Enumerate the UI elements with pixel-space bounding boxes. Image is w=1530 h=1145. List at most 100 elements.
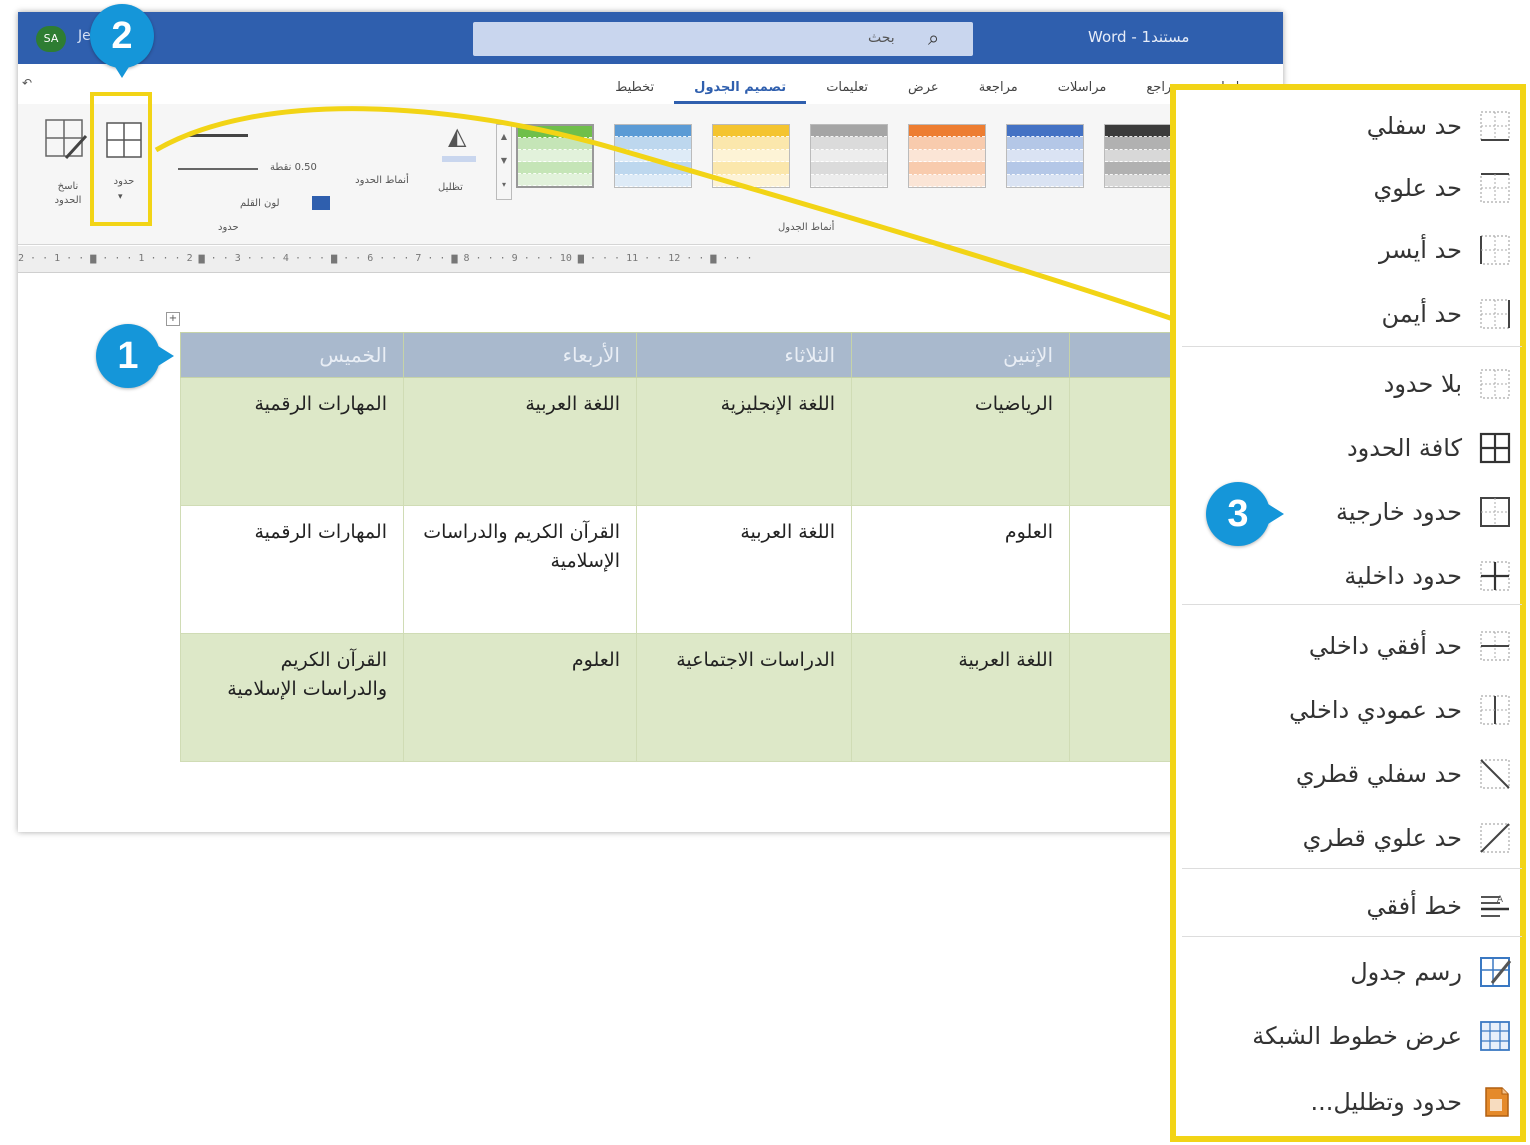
table-style-swatch[interactable]: [614, 124, 692, 188]
table-cell[interactable]: اللغة العربية: [403, 377, 637, 506]
top-border-icon: [1478, 171, 1512, 205]
menu-item-view-gridlines[interactable]: عرض خطوط الشبكة: [1192, 1006, 1512, 1066]
menu-item-label: حد أيسر: [1378, 236, 1462, 264]
menu-item-top-border[interactable]: حد علوي: [1192, 158, 1512, 218]
menu-item-label: حد سفلي: [1366, 112, 1462, 140]
app-title: Word - مستند1: [1088, 28, 1190, 46]
schedule-table: الأحدالإثنينالثلاثاءالأربعاءالخميس العلو…: [180, 332, 1283, 762]
outside-borders-icon: [1478, 495, 1512, 529]
menu-item-label: حد أفقي داخلي: [1308, 632, 1462, 660]
menu-item-label: حدود وتظليل...: [1310, 1088, 1462, 1116]
table-cell[interactable]: الرياضيات: [851, 377, 1070, 506]
ribbon-tab[interactable]: تخطيط: [595, 76, 674, 104]
borders-group-label: حدود: [218, 222, 239, 233]
all-borders-icon: [1478, 431, 1512, 465]
inside-horizontal-border-icon: [1478, 629, 1512, 663]
table-cell[interactable]: المهارات الرقمية: [180, 505, 404, 634]
menu-separator: [1182, 868, 1522, 869]
table-cell[interactable]: القرآن الكريم والدراسات الإسلامية: [403, 505, 637, 634]
border-styles-label[interactable]: أنماط الحدود: [354, 174, 410, 188]
table-style-swatch[interactable]: [908, 124, 986, 188]
shading-color-bar: [442, 156, 476, 162]
no-border-icon: [1478, 367, 1512, 401]
table-header-cell[interactable]: الثلاثاء: [636, 332, 852, 378]
table-cell[interactable]: الدراسات الاجتماعية: [636, 633, 852, 762]
table-move-handle[interactable]: +: [166, 312, 180, 326]
menu-separator: [1182, 346, 1522, 347]
menu-item-label: حد أيمن: [1381, 300, 1462, 328]
pen-color-label[interactable]: لون القلم: [240, 198, 280, 209]
table-cell[interactable]: اللغة العربية: [636, 505, 852, 634]
view-gridlines-icon: [1478, 1019, 1512, 1053]
pen-color-icon[interactable]: [312, 196, 330, 210]
menu-item-right-border[interactable]: حد أيمن: [1192, 284, 1512, 344]
menu-item-label: خط أفقي: [1366, 892, 1462, 920]
menu-item-diagonal-down-border[interactable]: حد سفلي قطري: [1192, 744, 1512, 804]
menu-item-inside-horizontal-border[interactable]: حد أفقي داخلي: [1192, 616, 1512, 676]
undo-icon[interactable]: ↶: [22, 76, 34, 90]
table-style-swatch[interactable]: [810, 124, 888, 188]
shading-icon[interactable]: ◭: [448, 122, 466, 150]
menu-item-diagonal-up-border[interactable]: حد علوي قطري: [1192, 808, 1512, 868]
menu-item-left-border[interactable]: حد أيسر: [1192, 220, 1512, 280]
border-painter-icon[interactable]: [44, 118, 88, 162]
search-box[interactable]: ⌕ بحث: [473, 22, 973, 56]
table-cell[interactable]: اللغة العربية: [851, 633, 1070, 762]
ribbon-tab[interactable]: تصميم الجدول: [674, 76, 807, 104]
ribbon-tab[interactable]: تعليمات: [806, 76, 888, 104]
menu-item-label: حد علوي: [1373, 174, 1462, 202]
menu-item-bottom-border[interactable]: حد سفلي: [1192, 96, 1512, 156]
badge-2-pointer: [112, 62, 132, 78]
menu-item-label: حد علوي قطري: [1302, 824, 1462, 852]
table-cell[interactable]: اللغة الإنجليزية: [636, 377, 852, 506]
table-style-swatch[interactable]: [712, 124, 790, 188]
menu-item-horizontal-line[interactable]: A خط أفقي: [1192, 876, 1512, 936]
menu-item-all-borders[interactable]: كافة الحدود: [1192, 418, 1512, 478]
table-cell[interactable]: القرآن الكريم والدراسات الإسلامية: [180, 633, 404, 762]
inside-vertical-border-icon: [1478, 693, 1512, 727]
border-painter-label[interactable]: ناسخ الحدود: [44, 180, 92, 208]
table-row: العلومالرياضياتاللغة الإنجليزيةاللغة الع…: [180, 377, 1283, 506]
menu-item-draw-table[interactable]: رسم جدول: [1192, 942, 1512, 1002]
borders-button-highlight: [90, 92, 152, 226]
ribbon-tab[interactable]: عرض: [888, 76, 959, 104]
menu-item-inside-vertical-border[interactable]: حد عمودي داخلي: [1192, 680, 1512, 740]
inside-borders-icon: [1478, 559, 1512, 593]
table-style-swatch[interactable]: [516, 124, 594, 188]
ruler: 2 · · 1 · · ▆ · · · 1 · · · 2 ▆ · · 3 · …: [18, 246, 1283, 273]
step-badge-1: 1: [96, 324, 160, 388]
menu-item-borders-shading[interactable]: حدود وتظليل...: [1192, 1072, 1512, 1132]
search-placeholder: بحث: [868, 30, 895, 46]
user-avatar[interactable]: SA: [36, 26, 66, 52]
svg-text:A: A: [1497, 895, 1504, 905]
table-row: الرياضياتالعلوماللغة العربيةالقرآن الكري…: [180, 505, 1283, 634]
pen-weight[interactable]: 0.50 نقطة: [270, 162, 317, 173]
shading-label[interactable]: تظليل: [438, 182, 463, 193]
table-cell[interactable]: المهارات الرقمية: [180, 377, 404, 506]
table-header-row: الأحدالإثنينالثلاثاءالأربعاءالخميس: [180, 332, 1283, 378]
ribbon-tab[interactable]: مراسلات: [1038, 76, 1127, 104]
styles-scroll[interactable]: ▲ ▼ ▾: [496, 124, 512, 200]
table-styles-gallery: [516, 124, 1182, 188]
step-badge-3: 3: [1206, 482, 1270, 546]
table-style-swatch[interactable]: [1006, 124, 1084, 188]
ribbon-tabs: تخطيطمراجعمراسلاتمراجعةعرضتعليماتتصميم ا…: [388, 76, 1278, 104]
diagonal-up-border-icon: [1478, 821, 1512, 855]
table-cell[interactable]: العلوم: [851, 505, 1070, 634]
menu-item-label: عرض خطوط الشبكة: [1252, 1022, 1462, 1050]
menu-item-inside-borders[interactable]: حدود داخلية: [1192, 546, 1512, 606]
table-header-cell[interactable]: الإثنين: [851, 332, 1070, 378]
table-header-cell[interactable]: الخميس: [180, 332, 404, 378]
diagonal-down-border-icon: [1478, 757, 1512, 791]
borders-shading-icon: [1478, 1085, 1512, 1119]
table-styles-group-label: أنماط الجدول: [778, 222, 835, 233]
ribbon-tab[interactable]: مراجعة: [959, 76, 1038, 104]
menu-item-no-border[interactable]: بلا حدود: [1192, 354, 1512, 414]
menu-item-label: رسم جدول: [1350, 958, 1462, 986]
table-header-cell[interactable]: الأربعاء: [403, 332, 637, 378]
table-cell[interactable]: العلوم: [403, 633, 637, 762]
border-style-preview[interactable]: [188, 134, 248, 137]
menu-item-label: حدود خارجية: [1335, 498, 1462, 526]
left-border-icon: [1478, 233, 1512, 267]
badge-3-pointer: [1268, 504, 1284, 524]
